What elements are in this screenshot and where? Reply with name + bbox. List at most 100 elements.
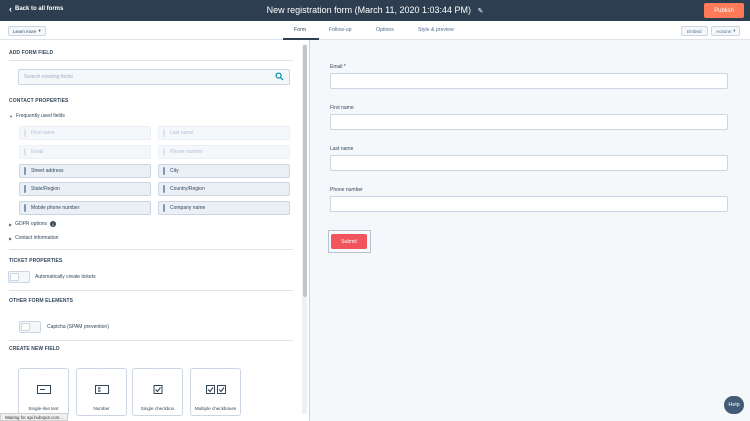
new-field-multiple-checkboxes[interactable]: —— Multiple checkboxes <box>190 368 241 416</box>
publish-label: Publish <box>714 7 734 14</box>
drag-handle-icon <box>163 129 165 137</box>
embed-button[interactable]: Embed <box>681 26 708 36</box>
caret-down-icon: ▾ <box>733 28 736 33</box>
preview-email-input[interactable] <box>330 73 728 89</box>
tab-style-preview[interactable]: Style & preview <box>418 27 454 33</box>
browser-status-bar: Waiting for api.hubspot.com... <box>0 413 68 421</box>
single-checkbox-icon <box>153 385 162 396</box>
tab-options[interactable]: Options <box>376 27 394 33</box>
field-first-name: First name <box>19 126 151 140</box>
field-phone-number: Phone number <box>158 145 290 159</box>
card-faint-line: —— <box>154 372 161 376</box>
field-last-name: Last name <box>158 126 290 140</box>
new-field-number[interactable]: —— Number <box>76 368 127 416</box>
field-company-name[interactable]: Company name <box>158 201 290 215</box>
preview-submit-button[interactable]: Submit <box>331 234 367 249</box>
tab-form[interactable]: Form <box>294 27 306 33</box>
gdpr-options-toggle[interactable]: ▶ GDPR options i <box>9 221 57 227</box>
frequently-used-fields-toggle[interactable]: ▼ Frequently used fields <box>9 113 65 119</box>
learn-more-dropdown[interactable]: Learn more ▾ <box>8 26 46 36</box>
card-label: Single-line text <box>28 406 59 411</box>
new-field-single-line-text[interactable]: —— Single-line text <box>18 368 69 416</box>
field-city[interactable]: City <box>158 164 290 178</box>
search-placeholder: Search existing fields <box>24 74 74 80</box>
field-label: Street address <box>31 168 64 174</box>
actions-dropdown[interactable]: Actions ▾ <box>711 26 741 36</box>
divider <box>9 290 293 291</box>
drag-handle-icon <box>163 148 165 156</box>
frequently-used-label: Frequently used fields <box>15 113 65 119</box>
drag-handle-icon[interactable] <box>24 204 26 212</box>
sidebar-scrollbar-thumb[interactable] <box>303 45 307 297</box>
card-faint-line: —— <box>212 372 219 376</box>
caret-down-icon: ▼ <box>9 113 13 119</box>
info-icon[interactable]: i <box>50 221 57 227</box>
new-field-single-checkbox[interactable]: —— Single checkbox <box>132 368 183 416</box>
auto-create-tickets-toggle[interactable] <box>8 271 30 283</box>
single-line-text-icon <box>36 385 51 396</box>
search-icon <box>275 72 284 83</box>
card-label: Number <box>93 406 110 411</box>
other-form-elements-heading: OTHER FORM ELEMENTS <box>9 298 74 304</box>
caret-right-icon: ▶ <box>9 235 13 241</box>
card-label: Multiple checkboxes <box>194 406 237 411</box>
field-state-region[interactable]: State/Region <box>19 182 151 196</box>
editor-toolbar: Learn more ▾ Form Follow-up Options Styl… <box>0 21 750 40</box>
contact-properties-heading: CONTACT PROPERTIES <box>9 98 69 104</box>
contact-information-toggle[interactable]: ▶ Contact information <box>9 235 58 241</box>
card-label: Single checkbox <box>140 406 175 411</box>
help-button[interactable]: Help <box>724 396 744 414</box>
number-icon <box>94 385 109 396</box>
create-new-field-heading: CREATE NEW FIELD <box>9 346 60 352</box>
captcha-toggle[interactable] <box>19 321 41 333</box>
top-bar: ‹ Back to all forms New registration for… <box>0 0 750 21</box>
drag-handle-icon[interactable] <box>24 167 26 175</box>
drag-handle-icon[interactable] <box>24 185 26 193</box>
field-email: Email <box>19 145 151 159</box>
preview-last-name-label: Last name <box>330 146 354 152</box>
learn-more-label: Learn more <box>13 28 37 34</box>
field-mobile-phone-number[interactable]: Mobile phone number <box>19 201 151 215</box>
divider <box>9 60 293 61</box>
help-label: Help <box>728 402 740 408</box>
multiple-checkboxes-icon <box>205 385 226 396</box>
field-label: First name <box>31 130 55 136</box>
toggle-knob <box>10 273 19 281</box>
ticket-properties-heading: TICKET PROPERTIES <box>9 258 63 264</box>
search-fields-input[interactable]: Search existing fields <box>18 69 290 85</box>
preview-phone-number-input[interactable] <box>330 196 728 212</box>
preview-phone-number-label: Phone number <box>330 187 363 193</box>
preview-email-label: Email * <box>330 64 346 70</box>
form-preview-panel <box>311 40 750 421</box>
actions-label: Actions <box>716 28 732 34</box>
field-label: Phone number <box>170 149 203 155</box>
field-country-region[interactable]: Country/Region <box>158 182 290 196</box>
submit-label: Submit <box>341 238 357 245</box>
field-label: Email <box>31 149 44 155</box>
gdpr-label: GDPR options <box>15 221 48 227</box>
field-label: Last name <box>170 130 194 136</box>
preview-last-name-input[interactable] <box>330 155 728 171</box>
field-street-address[interactable]: Street address <box>19 164 151 178</box>
add-form-field-heading: ADD FORM FIELD <box>9 50 54 56</box>
edit-pencil-icon[interactable]: ✎ <box>478 7 484 15</box>
drag-handle-icon <box>24 148 26 156</box>
preview-first-name-input[interactable] <box>330 114 728 130</box>
drag-handle-icon <box>24 129 26 137</box>
captcha-label: Captcha (SPAM prevention) <box>47 324 109 330</box>
field-label: City <box>170 168 179 174</box>
auto-create-tickets-label: Automatically create tickets <box>35 274 96 280</box>
toggle-knob <box>21 323 30 331</box>
divider <box>9 249 293 250</box>
drag-handle-icon[interactable] <box>163 185 165 193</box>
field-label: Company name <box>170 205 206 211</box>
form-title[interactable]: New registration form (March 11, 2020 1:… <box>0 5 750 15</box>
field-label: State/Region <box>31 186 60 192</box>
card-faint-line: —— <box>40 372 47 376</box>
preview-first-name-label: First name <box>330 105 354 111</box>
tab-follow-up[interactable]: Follow-up <box>329 27 352 33</box>
drag-handle-icon[interactable] <box>163 167 165 175</box>
publish-button[interactable]: Publish <box>704 3 744 18</box>
divider <box>9 340 293 341</box>
drag-handle-icon[interactable] <box>163 204 165 212</box>
